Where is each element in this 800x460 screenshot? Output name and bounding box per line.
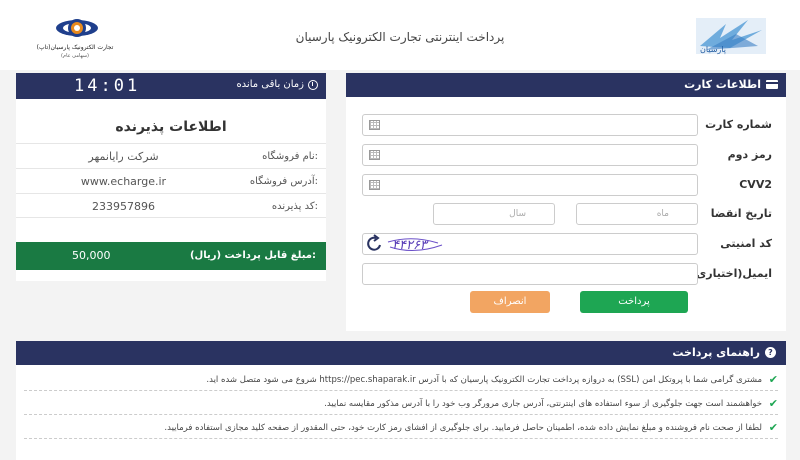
virtual-keyboard-icon[interactable] bbox=[369, 180, 380, 190]
merchant-row-name: نام فروشگاه: شرکت رایانمهر bbox=[16, 143, 326, 168]
pay-button[interactable]: پرداخت bbox=[580, 291, 688, 313]
captcha-image: ۴۴۲۶۳ bbox=[362, 233, 492, 255]
tap-logo-icon bbox=[56, 19, 98, 37]
card-number-input[interactable] bbox=[362, 114, 698, 136]
guide-item-text: لطفا از صحت نام فروشنده و مبلغ نمایش داد… bbox=[164, 423, 762, 433]
month-placeholder: ماه bbox=[656, 209, 669, 219]
check-icon: ✔ bbox=[768, 421, 778, 434]
guide-item-text: مشتری گرامی شما با پروتکل امن (SSL) به د… bbox=[206, 375, 762, 385]
merchant-url-label: آدرس فروشگاه: bbox=[249, 176, 318, 187]
pin-label: رمز دوم bbox=[727, 148, 772, 161]
amount-value: 50,000 bbox=[72, 249, 111, 262]
guide-title-group: راهنمای پرداخت ? bbox=[672, 346, 776, 359]
captcha-label: کد امنیتی bbox=[720, 237, 772, 250]
svg-text:پارسیان: پارسیان bbox=[700, 45, 726, 54]
timer-label-group: زمان باقی مانده bbox=[236, 79, 318, 90]
check-icon: ✔ bbox=[768, 397, 778, 410]
email-label: ایمیل(اختیاری) bbox=[691, 267, 772, 280]
question-icon: ? bbox=[765, 347, 776, 358]
amount-bar: مبلغ قابل پرداخت (ریال): 50,000 bbox=[16, 242, 326, 270]
card-info-title-group: اطلاعات کارت bbox=[684, 78, 778, 91]
cvv2-input[interactable] bbox=[362, 174, 698, 196]
guide-item: ✔ خواهشمند است جهت جلوگیری از سوء استفاد… bbox=[24, 393, 778, 415]
tap-logo: تجارت الکترونیک پارسیان(تاپ) (سهامی عام) bbox=[30, 14, 120, 64]
card-info-header: اطلاعات کارت bbox=[346, 73, 786, 97]
merchant-info-panel: اطلاعات پذیرنده نام فروشگاه: شرکت رایانم… bbox=[16, 99, 326, 281]
merchant-url-value: www.echarge.ir bbox=[80, 175, 167, 188]
expiry-label: تاریخ انقضا bbox=[710, 207, 772, 220]
merchant-name-label: نام فروشگاه: bbox=[262, 151, 318, 162]
email-input[interactable] bbox=[362, 263, 698, 285]
timer-label: زمان باقی مانده bbox=[236, 79, 304, 90]
merchant-name-value: شرکت رایانمهر bbox=[88, 150, 159, 163]
parsian-logo: پارسیان bbox=[686, 16, 768, 56]
expiry-month-input[interactable]: ماه bbox=[576, 203, 698, 225]
virtual-keyboard-icon[interactable] bbox=[369, 120, 380, 130]
merchant-title: اطلاعات پذیرنده bbox=[115, 119, 227, 135]
tap-logo-line2: (سهامی عام) bbox=[61, 53, 89, 59]
timer-value: 14:01 bbox=[74, 76, 141, 96]
virtual-keyboard-icon[interactable] bbox=[369, 150, 380, 160]
guide-header: راهنمای پرداخت ? bbox=[16, 341, 786, 365]
guide-title: راهنمای پرداخت bbox=[672, 346, 760, 359]
guide-panel: ✔ مشتری گرامی شما با پروتکل امن (SSL) به… bbox=[16, 365, 786, 460]
merchant-code-label: کد پذیرنده: bbox=[271, 201, 318, 212]
merchant-row-url: آدرس فروشگاه: www.echarge.ir bbox=[16, 168, 326, 193]
card-info-title: اطلاعات کارت bbox=[684, 78, 761, 91]
clock-icon bbox=[308, 79, 318, 90]
pin-input[interactable] bbox=[362, 144, 698, 166]
guide-item: ✔ لطفا از صحت نام فروشنده و مبلغ نمایش د… bbox=[24, 417, 778, 439]
cancel-button[interactable]: انصراف bbox=[470, 291, 550, 313]
tap-logo-line1: تجارت الکترونیک پارسیان(تاپ) bbox=[36, 44, 114, 51]
merchant-row-code: کد پذیرنده: 233957896 bbox=[16, 193, 326, 218]
guide-item: ✔ مشتری گرامی شما با پروتکل امن (SSL) به… bbox=[24, 369, 778, 391]
check-icon: ✔ bbox=[768, 373, 778, 386]
card-form: شماره کارت رمز دوم CVV2 تاریخ انقضا ماه … bbox=[346, 97, 786, 331]
expiry-year-input[interactable]: سال bbox=[433, 203, 555, 225]
guide-item-text: خواهشمند است جهت جلوگیری از سوء استفاده … bbox=[324, 399, 762, 409]
year-placeholder: سال bbox=[509, 209, 526, 219]
parsian-bird-icon: پارسیان bbox=[696, 18, 766, 54]
amount-label: مبلغ قابل پرداخت (ریال): bbox=[189, 250, 316, 261]
page-title: پرداخت اینترنتی تجارت الکترونیک پارسیان bbox=[295, 30, 505, 44]
merchant-code-value: 233957896 bbox=[92, 200, 155, 213]
card-number-label: شماره کارت bbox=[705, 118, 772, 131]
cvv2-label: CVV2 bbox=[739, 178, 772, 191]
timer-bar: 14:01 زمان باقی مانده bbox=[16, 73, 326, 99]
credit-card-icon bbox=[766, 80, 778, 89]
refresh-captcha-icon bbox=[367, 236, 381, 251]
header: تجارت الکترونیک پارسیان(تاپ) (سهامی عام)… bbox=[0, 0, 800, 70]
